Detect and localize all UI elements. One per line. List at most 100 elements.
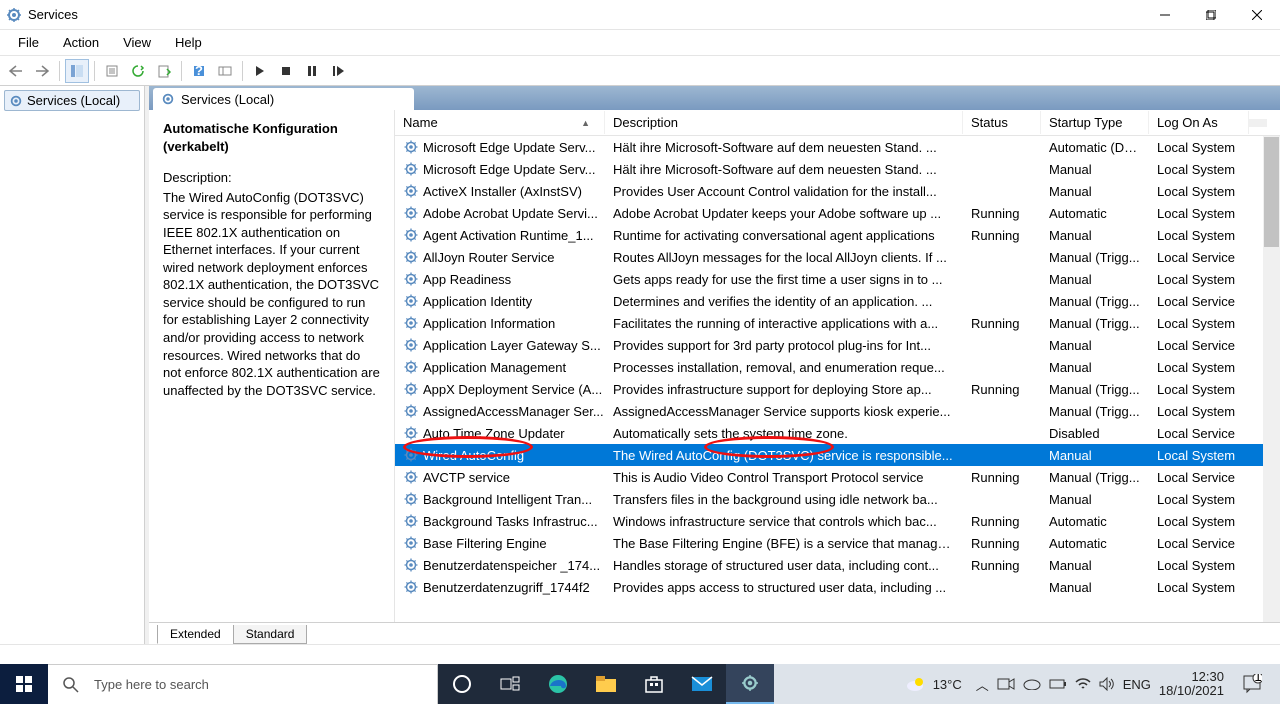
meet-now-icon[interactable] bbox=[997, 677, 1015, 691]
explorer-icon[interactable] bbox=[582, 664, 630, 704]
gear-icon bbox=[403, 293, 419, 309]
service-desc: Routes AllJoyn messages for the local Al… bbox=[605, 249, 963, 266]
restart-service-button[interactable] bbox=[326, 59, 350, 83]
service-row[interactable]: AVCTP serviceThis is Audio Video Control… bbox=[395, 466, 1280, 488]
pause-service-button[interactable] bbox=[300, 59, 324, 83]
service-startup: Manual bbox=[1041, 447, 1149, 464]
gear-icon bbox=[403, 227, 419, 243]
vertical-scrollbar[interactable] bbox=[1263, 136, 1280, 622]
mail-icon[interactable] bbox=[678, 664, 726, 704]
service-logon: Local System bbox=[1149, 139, 1249, 156]
service-row[interactable]: Adobe Acrobat Update Servi...Adobe Acrob… bbox=[395, 202, 1280, 224]
service-row[interactable]: AppX Deployment Service (A...Provides in… bbox=[395, 378, 1280, 400]
close-button[interactable] bbox=[1234, 0, 1280, 30]
services-taskbar-icon[interactable] bbox=[726, 664, 774, 704]
service-status bbox=[963, 410, 1041, 412]
service-logon: Local System bbox=[1149, 557, 1249, 574]
service-name: Adobe Acrobat Update Servi... bbox=[423, 206, 598, 221]
service-row[interactable]: AssignedAccessManager Ser...AssignedAcce… bbox=[395, 400, 1280, 422]
service-startup: Manual bbox=[1041, 359, 1149, 376]
weather-icon[interactable] bbox=[905, 676, 925, 692]
taskbar: Type here to search 13°C ︿ ENG 12:30 18/… bbox=[0, 664, 1280, 704]
forward-button[interactable] bbox=[30, 59, 54, 83]
export-button[interactable] bbox=[152, 59, 176, 83]
show-hide-tree-button[interactable] bbox=[65, 59, 89, 83]
menu-file[interactable]: File bbox=[8, 32, 49, 53]
scroll-thumb[interactable] bbox=[1264, 137, 1279, 247]
service-row[interactable]: Microsoft Edge Update Serv...Hält ihre M… bbox=[395, 136, 1280, 158]
service-row[interactable]: Background Tasks Infrastruc...Windows in… bbox=[395, 510, 1280, 532]
column-status[interactable]: Status bbox=[963, 111, 1041, 134]
start-service-button[interactable] bbox=[248, 59, 272, 83]
refresh-button[interactable] bbox=[126, 59, 150, 83]
service-name: Benutzerdatenspeicher _174... bbox=[423, 558, 600, 573]
service-startup: Manual (Trigg... bbox=[1041, 381, 1149, 398]
menu-view[interactable]: View bbox=[113, 32, 161, 53]
column-description[interactable]: Description bbox=[605, 111, 963, 134]
service-row[interactable]: Background Intelligent Tran...Transfers … bbox=[395, 488, 1280, 510]
column-startup[interactable]: Startup Type bbox=[1041, 111, 1149, 134]
store-icon[interactable] bbox=[630, 664, 678, 704]
clock[interactable]: 12:30 18/10/2021 bbox=[1159, 670, 1224, 699]
service-desc: The Base Filtering Engine (BFE) is a ser… bbox=[605, 535, 963, 552]
battery-icon[interactable] bbox=[1049, 678, 1067, 690]
gear-icon bbox=[403, 425, 419, 441]
stop-service-button[interactable] bbox=[274, 59, 298, 83]
wifi-icon[interactable] bbox=[1075, 677, 1091, 691]
edge-icon[interactable] bbox=[534, 664, 582, 704]
gear-icon bbox=[403, 381, 419, 397]
service-startup: Manual bbox=[1041, 557, 1149, 574]
tree-root-services[interactable]: Services (Local) bbox=[4, 90, 140, 111]
service-logon: Local System bbox=[1149, 227, 1249, 244]
services-icon bbox=[161, 92, 175, 106]
toolbar-button[interactable] bbox=[213, 59, 237, 83]
service-row[interactable]: Application Layer Gateway S...Provides s… bbox=[395, 334, 1280, 356]
service-row[interactable]: Base Filtering Engine The Base Filtering … bbox=[395, 532, 1280, 554]
tab-extended[interactable]: Extended bbox=[157, 625, 234, 644]
volume-icon[interactable] bbox=[1099, 677, 1115, 691]
service-row[interactable]: AllJoyn Router ServiceRoutes AllJoyn mes… bbox=[395, 246, 1280, 268]
service-row[interactable]: Application InformationFacilitates the r… bbox=[395, 312, 1280, 334]
service-status: Running bbox=[963, 535, 1041, 552]
service-desc: AssignedAccessManager Service supports k… bbox=[605, 403, 963, 420]
taskbar-search[interactable]: Type here to search bbox=[48, 664, 438, 704]
task-view-icon[interactable] bbox=[486, 664, 534, 704]
service-row[interactable]: Auto Time Zone UpdaterAutomatically sets… bbox=[395, 422, 1280, 444]
service-row[interactable]: Application IdentityDetermines and verif… bbox=[395, 290, 1280, 312]
properties-button[interactable] bbox=[100, 59, 124, 83]
chevron-up-icon[interactable]: ︿ bbox=[976, 675, 989, 694]
column-name[interactable]: Name▲ bbox=[395, 111, 605, 134]
gear-icon bbox=[403, 205, 419, 221]
column-logon[interactable]: Log On As bbox=[1149, 111, 1249, 134]
service-name: Base Filtering Engine bbox=[423, 536, 547, 551]
service-row[interactable]: Application ManagementProcesses installa… bbox=[395, 356, 1280, 378]
back-button[interactable] bbox=[4, 59, 28, 83]
maximize-button[interactable] bbox=[1188, 0, 1234, 30]
service-name: Wired AutoConfig bbox=[423, 448, 524, 463]
notification-center[interactable]: 1 bbox=[1232, 664, 1272, 704]
service-row[interactable]: Microsoft Edge Update Serv...Hält ihre M… bbox=[395, 158, 1280, 180]
service-row[interactable]: Benutzerdatenzugriff_1744f2Provides apps… bbox=[395, 576, 1280, 598]
service-row[interactable]: Wired AutoConfigThe Wired AutoConfig (DO… bbox=[395, 444, 1280, 466]
service-row[interactable]: Benutzerdatenspeicher _174...Handles sto… bbox=[395, 554, 1280, 576]
details-pane: Automatische Konfiguration (verkabelt) D… bbox=[149, 110, 394, 622]
menu-action[interactable]: Action bbox=[53, 32, 109, 53]
language-indicator[interactable]: ENG bbox=[1123, 677, 1151, 692]
service-desc: Transfers files in the background using … bbox=[605, 491, 963, 508]
help-button[interactable]: ? bbox=[187, 59, 211, 83]
onedrive-icon[interactable] bbox=[1023, 678, 1041, 690]
start-button[interactable] bbox=[0, 664, 48, 704]
service-row[interactable]: Agent Activation Runtime_1...Runtime for… bbox=[395, 224, 1280, 246]
minimize-button[interactable] bbox=[1142, 0, 1188, 30]
cortana-icon[interactable] bbox=[438, 664, 486, 704]
weather-temp[interactable]: 13°C bbox=[933, 677, 962, 692]
service-row[interactable]: ActiveX Installer (AxInstSV)Provides Use… bbox=[395, 180, 1280, 202]
tab-standard[interactable]: Standard bbox=[233, 625, 308, 644]
service-row[interactable]: App ReadinessGets apps ready for use the… bbox=[395, 268, 1280, 290]
service-status: Running bbox=[963, 227, 1041, 244]
service-desc: Hält ihre Microsoft-Software auf dem neu… bbox=[605, 139, 963, 156]
service-status: Running bbox=[963, 557, 1041, 574]
statusbar bbox=[0, 644, 1280, 664]
menu-help[interactable]: Help bbox=[165, 32, 212, 53]
gear-icon bbox=[403, 491, 419, 507]
